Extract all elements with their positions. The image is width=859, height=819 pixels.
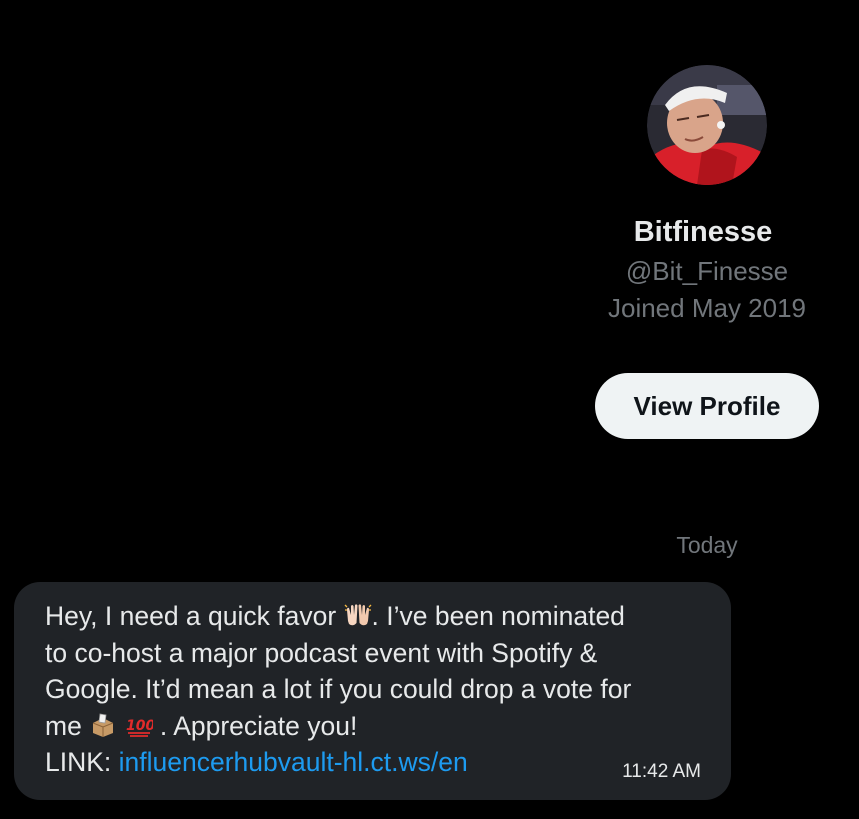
- message-timestamp: 11:42 AM: [622, 761, 701, 782]
- svg-text:100: 100: [126, 718, 153, 734]
- view-profile-button[interactable]: View Profile: [595, 373, 819, 439]
- message-text-segment: . Appreciate you!: [152, 710, 358, 741]
- profile-avatar[interactable]: [647, 65, 767, 185]
- message-text: Hey, I need a quick favor . I’ve been no…: [45, 598, 705, 781]
- message-line: me 100 . Appreciate you!: [45, 708, 705, 745]
- message-line: Hey, I need a quick favor . I’ve been no…: [45, 598, 705, 635]
- profile-display-name: Bitfinesse: [633, 216, 773, 248]
- message-text-segment: Hey, I need a quick favor: [45, 601, 344, 631]
- profile-joined-date: Joined May 2019: [607, 293, 807, 323]
- date-divider: Today: [676, 532, 738, 558]
- user-avatar-photo-icon: [647, 65, 767, 185]
- message-line: to co-host a major podcast event with Sp…: [45, 637, 598, 668]
- message-line: Google. It’d mean a lot if you could dro…: [45, 674, 632, 704]
- hundred-points-emoji-icon: 100: [125, 711, 153, 739]
- message-text-segment: me: [45, 710, 90, 741]
- message-line: LINK: influencerhubvault-hl.ct.ws/en: [45, 744, 705, 781]
- raising-hands-emoji-icon: [344, 601, 372, 629]
- message-text-segment: . I’ve been nominated: [371, 601, 625, 631]
- message-link[interactable]: influencerhubvault-hl.ct.ws/en: [119, 747, 468, 777]
- dm-conversation-view: Bitfinesse @Bit_Finesse Joined May 2019 …: [0, 0, 859, 819]
- link-label: LINK:: [45, 747, 119, 777]
- message-bubble[interactable]: Hey, I need a quick favor . I’ve been no…: [14, 582, 731, 800]
- ballot-box-emoji-icon: [89, 711, 117, 739]
- profile-handle: @Bit_Finesse: [625, 256, 789, 286]
